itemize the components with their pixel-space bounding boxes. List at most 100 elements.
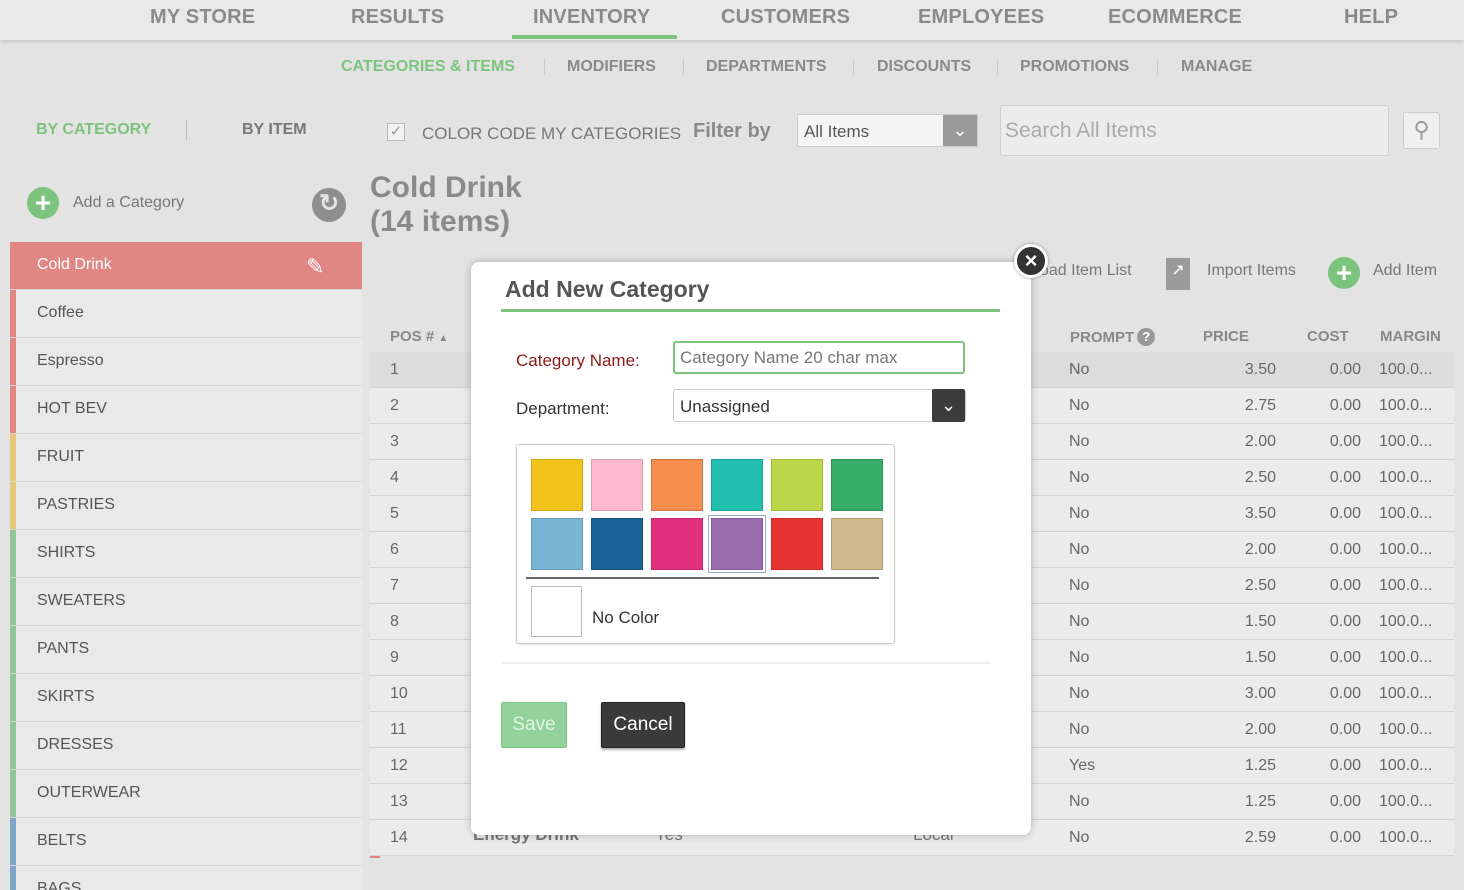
by-item-toggle[interactable]: BY ITEM bbox=[242, 121, 307, 139]
pencil-icon[interactable]: ✎ bbox=[306, 254, 330, 279]
category-list: Cold Drink ✎ Coffee Espresso HOT BEV FRUIT PAS… bbox=[10, 242, 362, 890]
color-swatch[interactable] bbox=[771, 459, 823, 511]
color-swatch[interactable] bbox=[831, 459, 883, 511]
column-header-pos-label: POS # bbox=[390, 328, 435, 345]
search-icon[interactable]: ⚲ bbox=[1403, 112, 1440, 149]
subnav-manage[interactable]: MANAGE bbox=[1181, 58, 1252, 76]
department-label: Department: bbox=[516, 399, 610, 418]
filter-select[interactable]: All Items ⌄ bbox=[797, 114, 978, 147]
color-swatch[interactable] bbox=[591, 518, 643, 570]
category-name-input[interactable] bbox=[673, 341, 965, 374]
search-input[interactable] bbox=[1005, 116, 1375, 146]
color-swatch[interactable] bbox=[831, 518, 883, 570]
subnav-promotions[interactable]: PROMOTIONS bbox=[1020, 58, 1129, 76]
department-select[interactable]: Unassigned ⌄ bbox=[673, 389, 966, 422]
tab-help[interactable]: HELP bbox=[1344, 6, 1398, 29]
cell-pos: 2 bbox=[390, 397, 399, 414]
color-swatch[interactable] bbox=[651, 518, 703, 570]
color-swatch[interactable] bbox=[711, 518, 763, 570]
cell-margin: 100.0... bbox=[1379, 541, 1433, 558]
tab-inventory[interactable]: INVENTORY bbox=[533, 6, 650, 29]
category-item[interactable]: Espresso bbox=[10, 338, 362, 386]
cell-margin: 100.0... bbox=[1379, 469, 1433, 486]
import-icon: ↗ bbox=[1166, 258, 1190, 290]
column-header-price[interactable]: PRICE bbox=[1203, 328, 1249, 345]
category-item[interactable]: SWEATERS bbox=[10, 578, 362, 626]
category-item[interactable]: SHIRTS bbox=[10, 530, 362, 578]
modal-title: Add New Category bbox=[505, 276, 710, 302]
category-title: Cold Drink bbox=[370, 171, 522, 204]
cell-pos: 12 bbox=[390, 757, 408, 774]
color-swatch[interactable] bbox=[591, 459, 643, 511]
color-code-checkbox[interactable]: ✓ bbox=[387, 123, 405, 141]
tab-results[interactable]: RESULTS bbox=[351, 6, 444, 29]
add-category-button[interactable]: + Add a Category bbox=[27, 187, 347, 221]
cell-prompt: No bbox=[1069, 829, 1090, 846]
column-header-margin[interactable]: MARGIN bbox=[1380, 328, 1441, 345]
close-icon[interactable]: × bbox=[1014, 244, 1048, 278]
modal-divider bbox=[501, 662, 991, 664]
cell-price: 1.50 bbox=[1244, 649, 1276, 666]
tab-my-store[interactable]: MY STORE bbox=[150, 6, 255, 29]
subnav-categories-items[interactable]: CATEGORIES & ITEMS bbox=[341, 58, 515, 76]
subnav-divider bbox=[853, 59, 854, 75]
category-color-bar bbox=[10, 578, 16, 625]
subnav-discounts[interactable]: DISCOUNTS bbox=[877, 58, 971, 76]
no-color-swatch[interactable] bbox=[531, 586, 582, 637]
save-button[interactable]: Save bbox=[501, 702, 567, 748]
category-item[interactable]: OUTERWEAR bbox=[10, 770, 362, 818]
column-header-prompt[interactable]: PROMPT? bbox=[1070, 328, 1156, 346]
category-color-bar bbox=[10, 626, 16, 673]
color-swatch[interactable] bbox=[531, 459, 583, 511]
cell-cost: 0.00 bbox=[1329, 685, 1361, 702]
color-swatch[interactable] bbox=[651, 459, 703, 511]
tab-customers[interactable]: CUSTOMERS bbox=[721, 6, 850, 29]
subnav-departments[interactable]: DEPARTMENTS bbox=[706, 58, 827, 76]
color-swatch[interactable] bbox=[531, 518, 583, 570]
category-name: PASTRIES bbox=[37, 496, 115, 513]
tab-ecommerce[interactable]: ECOMMERCE bbox=[1108, 6, 1242, 29]
column-header-cost[interactable]: COST bbox=[1307, 328, 1349, 345]
cell-price: 2.75 bbox=[1244, 397, 1276, 414]
cancel-button[interactable]: Cancel bbox=[601, 702, 685, 748]
color-swatch[interactable] bbox=[771, 518, 823, 570]
cell-prompt: No bbox=[1069, 577, 1090, 594]
tab-employees[interactable]: EMPLOYEES bbox=[918, 6, 1044, 29]
by-category-toggle[interactable]: BY CATEGORY bbox=[36, 121, 151, 139]
cell-cost: 0.00 bbox=[1329, 757, 1361, 774]
cell-prompt: No bbox=[1069, 721, 1090, 738]
category-name: Coffee bbox=[37, 304, 84, 321]
chevron-down-icon: ⌄ bbox=[932, 389, 965, 422]
category-item[interactable]: SKIRTS bbox=[10, 674, 362, 722]
category-item[interactable]: FRUIT bbox=[10, 434, 362, 482]
column-header-pos[interactable]: POS # ▲ bbox=[390, 328, 448, 345]
category-color-bar bbox=[10, 722, 16, 769]
cell-cost: 0.00 bbox=[1329, 577, 1361, 594]
cell-prompt: No bbox=[1069, 505, 1090, 522]
color-swatch[interactable] bbox=[711, 459, 763, 511]
color-palette: No Color bbox=[516, 444, 895, 644]
filter-select-value: All Items bbox=[804, 122, 870, 141]
cell-cost: 0.00 bbox=[1329, 397, 1361, 414]
category-item[interactable]: PASTRIES bbox=[10, 482, 362, 530]
cell-margin: 100.0... bbox=[1379, 685, 1433, 702]
subnav-modifiers[interactable]: MODIFIERS bbox=[567, 58, 656, 76]
category-item[interactable]: BELTS bbox=[10, 818, 362, 866]
category-item[interactable]: Cold Drink ✎ bbox=[10, 242, 362, 290]
category-item[interactable]: DRESSES bbox=[10, 722, 362, 770]
category-color-bar bbox=[10, 434, 16, 481]
cell-price: 3.50 bbox=[1244, 361, 1276, 378]
refresh-icon[interactable]: ↻ bbox=[312, 188, 346, 222]
search-box bbox=[1000, 105, 1389, 156]
cell-pos: 14 bbox=[390, 829, 408, 846]
category-item[interactable]: PANTS bbox=[10, 626, 362, 674]
category-item[interactable]: BAGS bbox=[10, 866, 362, 890]
item-count: (14 items) bbox=[370, 205, 511, 238]
category-name: HOT BEV bbox=[37, 400, 107, 417]
category-item[interactable]: HOT BEV bbox=[10, 386, 362, 434]
cell-pos: 13 bbox=[390, 793, 408, 810]
help-icon[interactable]: ? bbox=[1137, 328, 1156, 346]
cell-price: 1.25 bbox=[1244, 757, 1276, 774]
cell-price: 3.50 bbox=[1244, 505, 1276, 522]
category-item[interactable]: Coffee bbox=[10, 290, 362, 338]
